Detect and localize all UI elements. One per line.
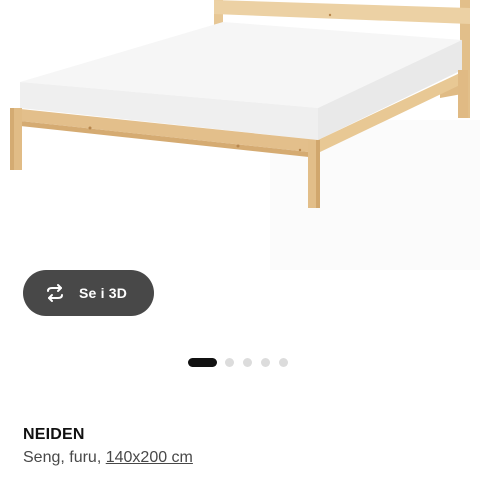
view-in-3d-button[interactable]: Se i 3D xyxy=(23,270,154,316)
carousel-dot-4[interactable] xyxy=(261,357,270,367)
rotate-3d-icon xyxy=(43,281,67,305)
product-page: Se i 3D NEIDEN Seng, furu, 140x200 cm xyxy=(0,0,480,480)
product-description: Seng, furu, 140x200 cm xyxy=(23,449,193,467)
view-in-3d-label: Se i 3D xyxy=(79,285,128,301)
product-size-link[interactable]: 140x200 cm xyxy=(106,449,193,466)
product-image[interactable] xyxy=(0,0,480,270)
carousel-dot-2[interactable] xyxy=(225,357,234,367)
product-name: NEIDEN xyxy=(23,426,85,443)
image-carousel-indicator xyxy=(188,357,297,367)
bed-leg-back-right xyxy=(458,70,468,118)
carousel-dot-3[interactable] xyxy=(243,357,252,367)
product-description-text: Seng, furu, xyxy=(23,449,106,466)
carousel-dot-1[interactable] xyxy=(188,357,217,367)
carousel-dot-5[interactable] xyxy=(279,357,288,367)
headboard-plank xyxy=(214,0,470,24)
